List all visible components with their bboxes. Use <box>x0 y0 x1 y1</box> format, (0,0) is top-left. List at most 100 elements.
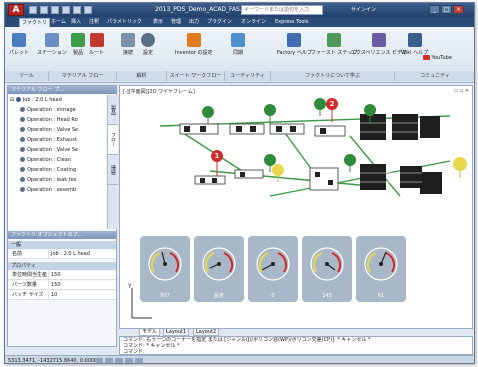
viewport-label[interactable]: [-][平面図][2D ワイヤフレーム] <box>123 88 195 95</box>
property-value[interactable]: Job : 2.0 L head <box>48 250 112 258</box>
vtab-connect[interactable]: 接続 <box>108 155 118 185</box>
tab-parametric[interactable]: パラメトリック <box>105 18 144 27</box>
tab-home[interactable]: ホーム <box>49 18 68 27</box>
ortho-icon <box>115 358 123 363</box>
application-menu-button[interactable]: A <box>8 4 24 16</box>
redo-icon[interactable] <box>73 6 81 14</box>
property-row: 単位時間当生産 150 <box>8 271 116 280</box>
station <box>234 169 264 179</box>
panel-suite-workflow: スイート ワークフロー <box>167 71 225 81</box>
ribbon-tab-row: ファクトリ ホーム 挿入 注釈 パラメトリック 表示 管理 出力 プラグイン オ… <box>5 17 474 27</box>
operation-item[interactable]: Operation : Clean <box>8 155 106 165</box>
operation-item[interactable]: Operation : storage <box>8 105 106 115</box>
section-general[interactable]: 一般 <box>8 241 116 249</box>
product-icon <box>71 33 85 47</box>
tab-output[interactable]: 出力 <box>187 18 201 27</box>
maximize-button[interactable]: □ <box>441 5 452 14</box>
marker-green[interactable] <box>344 154 356 172</box>
search-input[interactable]: キーワードまたは語句を入力 <box>241 5 323 15</box>
operation-item[interactable]: Operation : Head Ro <box>8 115 106 125</box>
route-button[interactable]: ルート <box>89 33 104 56</box>
marker-green[interactable] <box>314 98 326 116</box>
palette-button[interactable]: パレット <box>9 33 29 56</box>
gauge[interactable]: 143 <box>302 236 352 302</box>
snap-icon <box>95 358 103 363</box>
gauge-value: 143 <box>322 293 332 299</box>
operation-item[interactable]: Operation : Valve Se <box>8 145 106 155</box>
autocad-window: A 2013_PDS_Demo_ACAD_FAS... キーワードまたは語句を入… <box>4 2 475 364</box>
vtab-flow[interactable]: フロー <box>108 125 118 155</box>
experience-video-button[interactable]: エクスペリエンス ビデオ <box>351 33 407 56</box>
new-icon[interactable] <box>29 6 37 14</box>
marker-number: 1 <box>215 152 220 160</box>
connect-button[interactable]: 接続 <box>121 33 135 56</box>
video-icon <box>372 33 386 47</box>
connect-icon <box>121 33 135 47</box>
tab-layout2[interactable]: Layout2 <box>193 329 220 336</box>
operation-item[interactable]: Operation : Valve Se <box>8 125 106 135</box>
minimize-button[interactable]: _ <box>429 5 440 14</box>
flow-line <box>209 170 371 187</box>
vtab-product[interactable]: 製品 <box>108 95 118 125</box>
tab-annotate[interactable]: 注釈 <box>87 18 101 27</box>
machine <box>328 180 333 185</box>
layout-tabs: モデル Layout1 Layout2 <box>119 329 473 336</box>
drawing-canvas[interactable]: [-][平面図][2D ワイヤフレーム] ▭ ▫ ✕ 1 2 507 設定 0 … <box>119 85 473 329</box>
print-icon[interactable] <box>84 6 92 14</box>
machine <box>212 178 217 183</box>
operation-item[interactable]: Operation : leak tes <box>8 175 106 185</box>
status-bar: 5313.3471, -1432715.8640, 0.0000 <box>5 355 474 364</box>
marker-green[interactable] <box>202 106 214 124</box>
gauge[interactable]: 61 <box>356 236 406 302</box>
storage-rack <box>360 114 386 140</box>
section-properties[interactable]: プロパティ <box>8 262 116 270</box>
station <box>309 167 339 191</box>
marker-yellow[interactable] <box>272 164 284 182</box>
close-button[interactable]: × <box>453 5 464 14</box>
marker-yellow[interactable] <box>453 157 467 178</box>
gauge-value: 0 <box>271 293 275 299</box>
analysis-settings-button[interactable]: 設定 <box>141 33 155 56</box>
gauge[interactable]: 0 <box>248 236 298 302</box>
product-button[interactable]: 製品 <box>71 33 85 56</box>
command-line[interactable]: コマンド: もう一つのコーナーを指定 または [ジャンル(J)/ポリゴン窓(WP… <box>119 336 473 355</box>
tab-insert[interactable]: 挿入 <box>69 18 83 27</box>
coordinate-readout: 5313.3471, -1432715.8640, 0.0000 <box>8 358 98 364</box>
inventor-settings-button[interactable]: Inventor の設定 <box>175 33 213 56</box>
panel-community: コミュニティ <box>395 71 474 81</box>
sync-button[interactable]: 同期 <box>231 33 245 56</box>
tab-plugins[interactable]: プラグイン <box>205 18 234 27</box>
panel-tools: ツール <box>5 71 49 81</box>
operation-item[interactable]: Operation : Coating <box>8 165 106 175</box>
tab-online[interactable]: オンライン <box>239 18 268 27</box>
tab-factory[interactable]: ファクトリ <box>19 18 51 27</box>
factory-help-icon <box>287 33 302 47</box>
operation-item[interactable]: Operation : assemb <box>8 185 106 195</box>
ucs-icon: Y <box>127 283 152 319</box>
gauge-panel: 507 設定 0 143 61 <box>140 236 406 306</box>
tab-layout1[interactable]: Layout1 <box>163 329 190 336</box>
undo-icon[interactable] <box>62 6 70 14</box>
operation-tree: ⊟ Job : 2.0 L head Operation : storage O… <box>8 95 106 229</box>
wiki-help-button[interactable]: Wiki ヘルプ <box>401 33 428 56</box>
factory-help-button[interactable]: Factory ヘルプ <box>277 33 312 56</box>
tab-view[interactable]: 表示 <box>151 18 165 27</box>
youtube-link[interactable]: YouTube <box>423 55 452 61</box>
open-icon[interactable] <box>40 6 48 14</box>
machine <box>240 172 245 177</box>
status-toggles[interactable] <box>95 358 145 363</box>
viewport-controls[interactable]: ▭ ▫ ✕ <box>454 88 469 94</box>
sign-in-link[interactable]: サインイン <box>351 6 376 13</box>
storage-rack <box>392 114 418 140</box>
tab-model[interactable]: モデル <box>139 329 161 336</box>
gauge[interactable]: 設定 <box>194 236 244 302</box>
operation-item[interactable]: Operation : Exhaust <box>8 135 106 145</box>
palette-title: マテリアル フロー プ... <box>8 86 116 94</box>
sync-icon <box>231 33 245 47</box>
station-button[interactable]: ステーション <box>37 33 67 56</box>
tab-express-tools[interactable]: Express Tools <box>273 18 310 27</box>
marker-green[interactable] <box>264 104 276 124</box>
tab-manage[interactable]: 管理 <box>169 18 183 27</box>
job-node[interactable]: ⊟ Job : 2.0 L head <box>8 95 106 105</box>
save-icon[interactable] <box>51 6 59 14</box>
